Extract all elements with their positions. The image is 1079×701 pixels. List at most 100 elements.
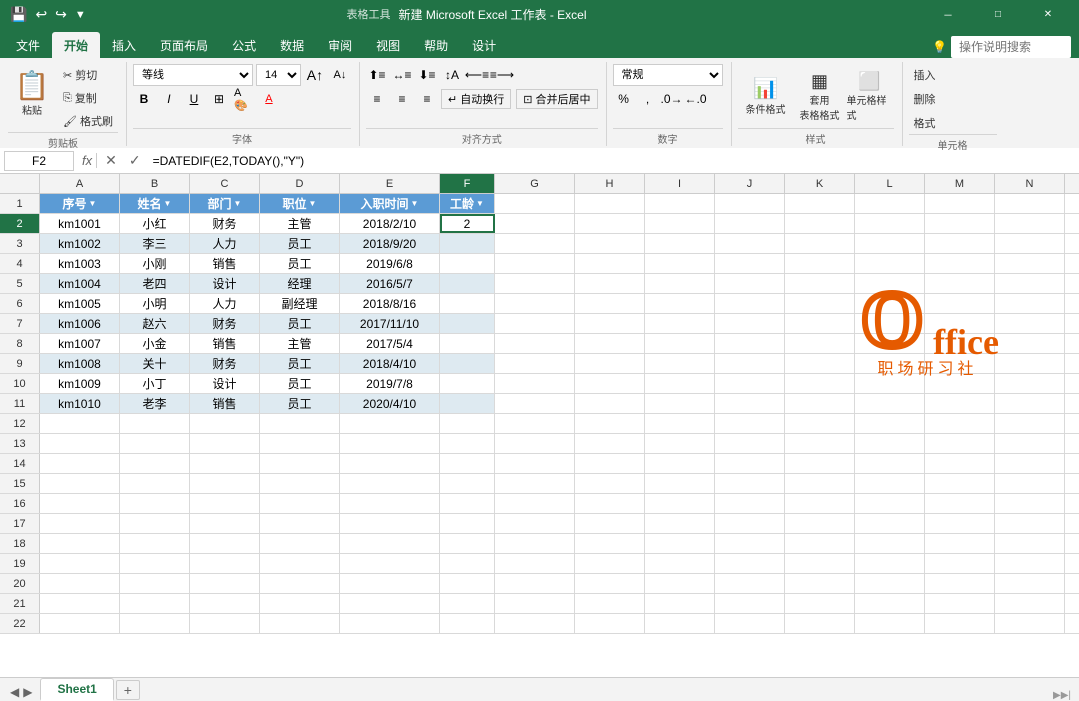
cell-d11[interactable]: 员工: [260, 394, 340, 413]
next-sheet-button[interactable]: ▶: [21, 683, 34, 701]
cell-l2[interactable]: [855, 214, 925, 233]
font-color-button[interactable]: A: [258, 88, 280, 110]
cell-g8[interactable]: [495, 334, 575, 353]
copy-button[interactable]: ⎘ 复制: [58, 87, 118, 109]
cell-b4[interactable]: 小刚: [120, 254, 190, 273]
tab-insert[interactable]: 插入: [100, 32, 148, 58]
cell-g10[interactable]: [495, 374, 575, 393]
cell-b9[interactable]: 关十: [120, 354, 190, 373]
cell-h3[interactable]: [575, 234, 645, 253]
scroll-right-button[interactable]: ▶▶|: [1053, 690, 1071, 701]
cell-h1[interactable]: [575, 194, 645, 213]
cell-f7[interactable]: [440, 314, 495, 333]
save-icon[interactable]: 💾: [8, 4, 29, 25]
col-header-g[interactable]: G: [495, 174, 575, 193]
cell-f9[interactable]: [440, 354, 495, 373]
cell-n1[interactable]: [995, 194, 1065, 213]
cell-a7[interactable]: km1006: [40, 314, 120, 333]
cell-f10[interactable]: [440, 374, 495, 393]
row-header-5[interactable]: 5: [0, 274, 40, 293]
cell-g7[interactable]: [495, 314, 575, 333]
align-top-button[interactable]: ⬆≡: [366, 64, 388, 86]
cell-l8[interactable]: [855, 334, 925, 353]
cell-j10[interactable]: [715, 374, 785, 393]
cell-d10[interactable]: 员工: [260, 374, 340, 393]
cell-m8[interactable]: [925, 334, 995, 353]
row-header-20[interactable]: 20: [0, 574, 40, 593]
formula-controls[interactable]: ✕ ✓: [101, 152, 144, 169]
row-header-4[interactable]: 4: [0, 254, 40, 273]
cell-a12[interactable]: [40, 414, 120, 433]
tab-review[interactable]: 审阅: [316, 32, 364, 58]
cell-h4[interactable]: [575, 254, 645, 273]
row-header-2[interactable]: 2: [0, 214, 40, 233]
formula-input[interactable]: [149, 152, 1075, 170]
cell-i1[interactable]: [645, 194, 715, 213]
cell-m10[interactable]: [925, 374, 995, 393]
cell-c4[interactable]: 销售: [190, 254, 260, 273]
cell-j9[interactable]: [715, 354, 785, 373]
prev-sheet-button[interactable]: ◀: [8, 683, 21, 701]
col-header-a[interactable]: A: [40, 174, 120, 193]
cell-c7[interactable]: 财务: [190, 314, 260, 333]
cell-n8[interactable]: [995, 334, 1065, 353]
cell-h9[interactable]: [575, 354, 645, 373]
col-header-l[interactable]: L: [855, 174, 925, 193]
row-header-19[interactable]: 19: [0, 554, 40, 573]
col-header-k[interactable]: K: [785, 174, 855, 193]
col-header-f[interactable]: F: [440, 174, 495, 193]
cell-e1[interactable]: 入职时间: [340, 194, 440, 213]
font-name-select[interactable]: 等线: [133, 64, 253, 86]
cell-n10[interactable]: [995, 374, 1065, 393]
cell-n11[interactable]: [995, 394, 1065, 413]
cell-e6[interactable]: 2018/8/16: [340, 294, 440, 313]
cell-f8[interactable]: [440, 334, 495, 353]
cell-k9[interactable]: [785, 354, 855, 373]
cell-e2[interactable]: 2018/2/10: [340, 214, 440, 233]
align-center-button[interactable]: ≡: [391, 88, 413, 110]
minimize-button[interactable]: －: [925, 0, 971, 28]
cell-h5[interactable]: [575, 274, 645, 293]
cell-b1[interactable]: 姓名: [120, 194, 190, 213]
cell-m4[interactable]: [925, 254, 995, 273]
cell-n9[interactable]: [995, 354, 1065, 373]
decrease-decimal-button[interactable]: ←.0: [685, 88, 707, 110]
cell-e8[interactable]: 2017/5/4: [340, 334, 440, 353]
cell-g9[interactable]: [495, 354, 575, 373]
cell-k4[interactable]: [785, 254, 855, 273]
cell-c5[interactable]: 设计: [190, 274, 260, 293]
cell-m1[interactable]: [925, 194, 995, 213]
thousands-button[interactable]: ,: [637, 88, 659, 110]
col-header-d[interactable]: D: [260, 174, 340, 193]
tab-home[interactable]: 开始: [52, 32, 100, 58]
maximize-button[interactable]: □: [975, 0, 1021, 28]
close-button[interactable]: ✕: [1025, 0, 1071, 28]
row-header-15[interactable]: 15: [0, 474, 40, 493]
cell-d3[interactable]: 员工: [260, 234, 340, 253]
cell-b7[interactable]: 赵六: [120, 314, 190, 333]
cell-k7[interactable]: [785, 314, 855, 333]
cell-f1[interactable]: 工龄: [440, 194, 495, 213]
font-size-select[interactable]: 14: [256, 64, 301, 86]
cell-e4[interactable]: 2019/6/8: [340, 254, 440, 273]
cell-d8[interactable]: 主管: [260, 334, 340, 353]
row-header-18[interactable]: 18: [0, 534, 40, 553]
cell-f6[interactable]: [440, 294, 495, 313]
cell-d9[interactable]: 员工: [260, 354, 340, 373]
cell-l4[interactable]: [855, 254, 925, 273]
cell-m9[interactable]: [925, 354, 995, 373]
cell-h2[interactable]: [575, 214, 645, 233]
cell-c12[interactable]: [190, 414, 260, 433]
cell-f11[interactable]: [440, 394, 495, 413]
cell-f2[interactable]: 2: [440, 214, 495, 233]
cell-b11[interactable]: 老李: [120, 394, 190, 413]
cell-g2[interactable]: [495, 214, 575, 233]
cell-a11[interactable]: km1010: [40, 394, 120, 413]
cell-e3[interactable]: 2018/9/20: [340, 234, 440, 253]
cell-b12[interactable]: [120, 414, 190, 433]
row-header-11[interactable]: 11: [0, 394, 40, 413]
cell-l10[interactable]: [855, 374, 925, 393]
conditional-format-button[interactable]: 📊 条件格式: [738, 69, 794, 124]
row-header-6[interactable]: 6: [0, 294, 40, 313]
fill-color-button[interactable]: A🎨: [233, 88, 255, 110]
